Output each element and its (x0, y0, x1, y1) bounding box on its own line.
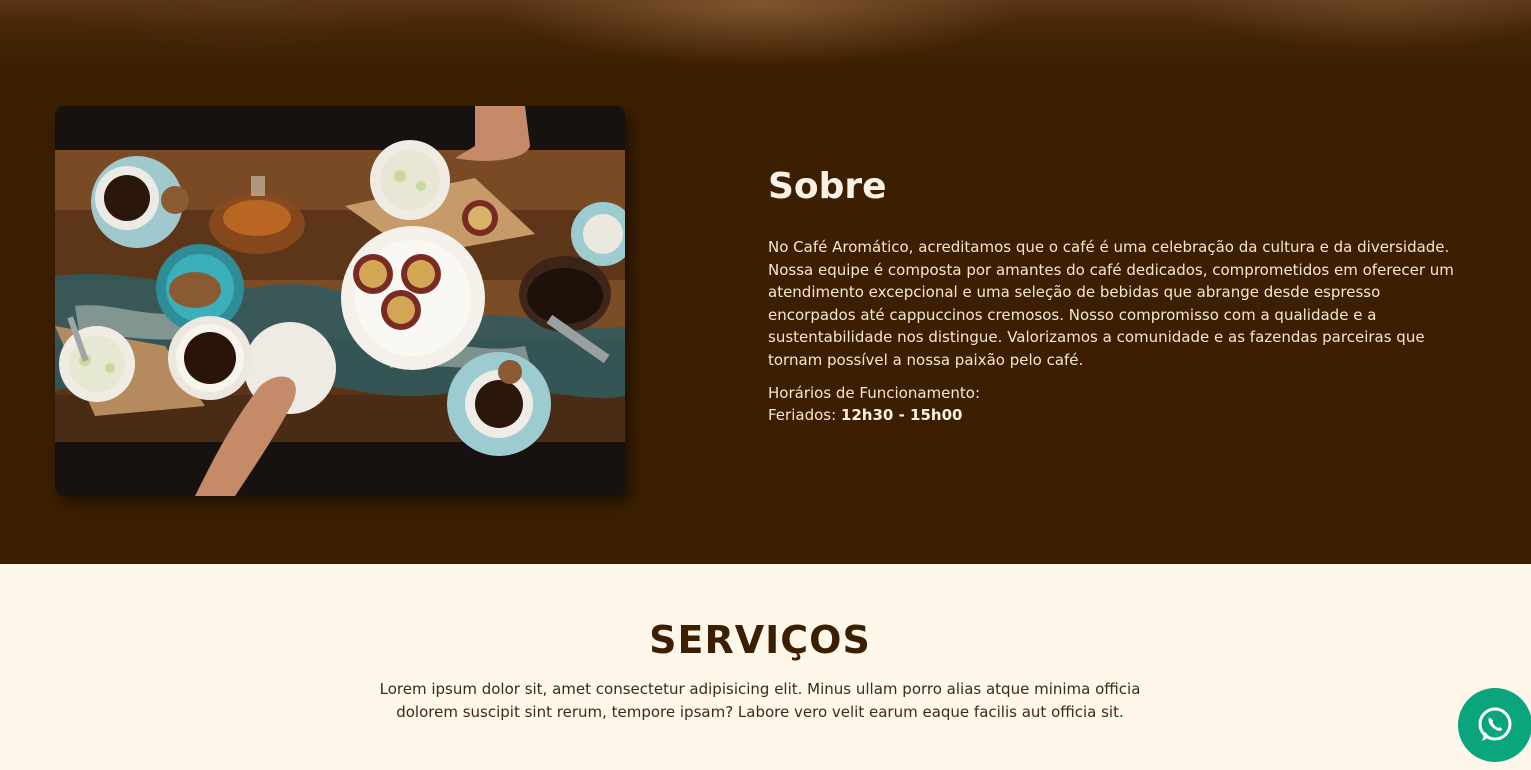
hours-label: Horários de Funcionamento: (768, 383, 980, 402)
about-text: Sobre No Café Aromático, acreditamos que… (768, 164, 1468, 427)
about-description: No Café Aromático, acreditamos que o caf… (768, 238, 1454, 369)
services-title: SERVIÇOS (649, 618, 871, 662)
whatsapp-button[interactable] (1458, 688, 1531, 762)
whatsapp-icon (1478, 707, 1512, 741)
about-photo (55, 106, 625, 496)
services-description: Lorem ipsum dolor sit, amet consectetur … (379, 680, 1141, 721)
about-title: Sobre (768, 166, 887, 207)
hours-row: Feriados: 12h30 - 15h00 (768, 404, 1468, 427)
hours-day: Feriados: (768, 406, 837, 425)
hours-time: 12h30 - 15h00 (840, 406, 963, 425)
about-section: Sobre No Café Aromático, acreditamos que… (0, 0, 1531, 564)
services-section: SERVIÇOS Lorem ipsum dolor sit, amet con… (0, 564, 1531, 770)
page: Sobre No Café Aromático, acreditamos que… (0, 0, 1531, 770)
opening-hours: Horários de Funcionamento: Feriados: 12h… (768, 382, 1468, 427)
hero-image-bottom (0, 0, 1531, 70)
